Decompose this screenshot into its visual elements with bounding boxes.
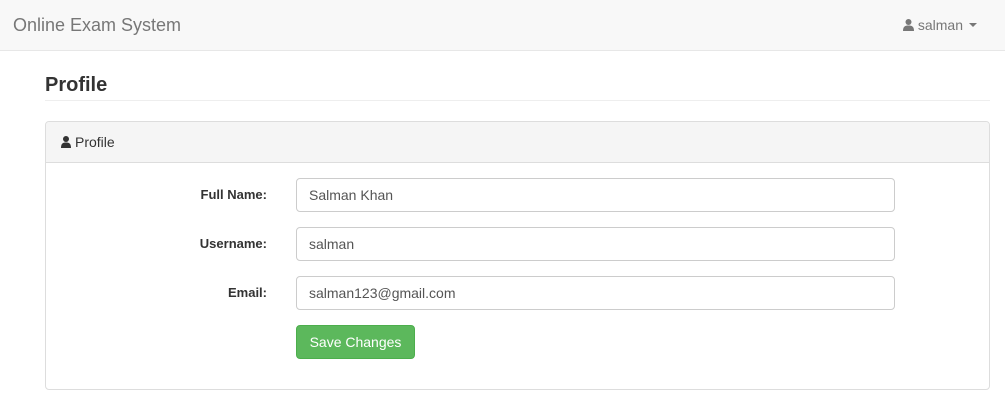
full-name-field[interactable] <box>296 178 895 212</box>
user-menu-toggle[interactable]: salman <box>902 16 977 34</box>
panel-heading-label: Profile <box>75 134 115 150</box>
email-field[interactable] <box>296 276 895 310</box>
caret-down-icon <box>969 23 977 27</box>
user-icon <box>902 19 914 31</box>
title-divider <box>45 100 990 101</box>
form-row-email: Email: <box>46 276 991 310</box>
panel-heading: Profile <box>46 122 989 163</box>
page-title: Profile <box>45 74 108 96</box>
profile-panel: Profile Full Name: Username: Email: Save… <box>45 121 990 390</box>
email-label: Email: <box>227 285 267 300</box>
full-name-label: Full Name: <box>200 187 267 202</box>
form-row-username: Username: <box>46 227 991 261</box>
user-icon <box>61 136 71 148</box>
navbar: Online Exam System salman <box>0 0 1005 51</box>
form-row-full-name: Full Name: <box>46 178 991 212</box>
brand-link[interactable]: Online Exam System <box>13 15 181 35</box>
username-field[interactable] <box>296 227 895 261</box>
username-label: salman <box>917 17 963 33</box>
save-changes-button[interactable]: Save Changes <box>296 325 415 359</box>
username-field-label: Username: <box>199 236 267 251</box>
